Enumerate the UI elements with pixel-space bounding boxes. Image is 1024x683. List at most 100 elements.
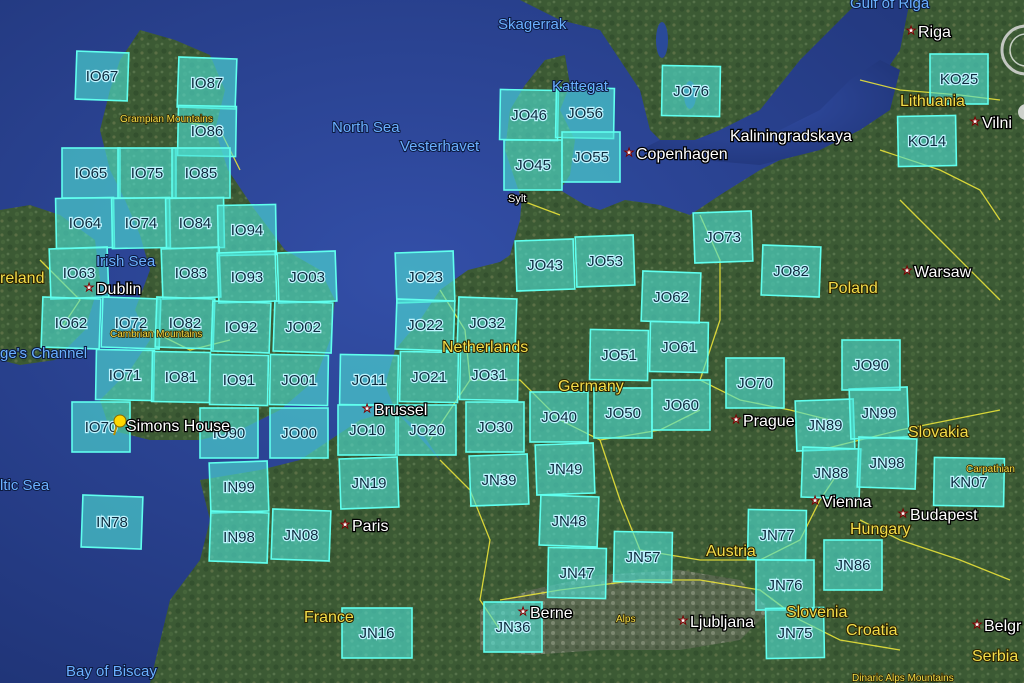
- grid-square-jn99[interactable]: JN99: [848, 386, 910, 440]
- grid-square-label: JO55: [573, 149, 609, 166]
- grid-square-jo70[interactable]: JO70: [725, 357, 785, 409]
- grid-square-jn49[interactable]: JN49: [534, 442, 596, 496]
- grid-square-io82[interactable]: IO82: [154, 296, 216, 350]
- grid-square-io71[interactable]: IO71: [94, 348, 156, 402]
- grid-square-io65[interactable]: IO65: [61, 147, 121, 199]
- grid-square-label: JO70: [737, 375, 773, 392]
- sea-label-kattegat: Kattegat: [552, 78, 609, 95]
- grid-square-jn19[interactable]: JN19: [338, 456, 400, 510]
- city-star-icon: ★: [972, 618, 982, 631]
- city-star-icon: ★: [340, 518, 350, 531]
- sea-label-vesterhavet: Vesterhavet: [400, 138, 480, 155]
- grid-square-jo31[interactable]: JO31: [458, 348, 520, 402]
- grid-square-label: JO32: [469, 315, 505, 332]
- grid-square-jo21[interactable]: JO21: [398, 350, 460, 404]
- grid-square-io87[interactable]: IO87: [176, 56, 238, 110]
- grid-square-label: JO53: [587, 253, 623, 270]
- grid-square-jo60[interactable]: JO60: [651, 379, 711, 431]
- grid-square-jo55[interactable]: JO55: [561, 131, 621, 183]
- grid-square-label: JN99: [861, 405, 896, 422]
- grid-square-jo45[interactable]: JO45: [503, 139, 563, 191]
- grid-square-label: JN77: [759, 527, 794, 544]
- grid-square-io64[interactable]: IO64: [54, 196, 116, 250]
- grid-square-label: JN16: [359, 625, 394, 642]
- grid-square-jo00[interactable]: JO00: [269, 407, 329, 459]
- grid-square-label: JO76: [673, 83, 709, 100]
- grid-square-io85[interactable]: IO85: [171, 147, 231, 199]
- grid-square-jo02[interactable]: JO02: [272, 300, 334, 354]
- grid-square-jn57[interactable]: JN57: [612, 530, 674, 584]
- grid-square-label: JO40: [541, 409, 577, 426]
- grid-square-jo90[interactable]: JO90: [841, 339, 901, 391]
- grid-square-jn39[interactable]: JN39: [468, 453, 530, 507]
- grid-square-label: JN88: [813, 465, 848, 482]
- grid-square-jo40[interactable]: JO40: [529, 391, 589, 443]
- city-star-icon: ★: [362, 402, 372, 415]
- grid-square-jo50[interactable]: JO50: [593, 387, 653, 439]
- grid-square-label: JO56: [567, 105, 603, 122]
- grid-square-io67[interactable]: IO67: [74, 50, 130, 102]
- grid-square-label: JO51: [601, 347, 637, 364]
- grid-square-jo01[interactable]: JO01: [268, 353, 330, 407]
- grid-square-label: KN07: [950, 474, 988, 491]
- grid-square-label: JO82: [773, 263, 809, 280]
- grid-square-jo76[interactable]: JO76: [660, 64, 722, 118]
- grid-square-jo11[interactable]: JO11: [338, 353, 400, 407]
- grid-square-io74[interactable]: IO74: [110, 196, 172, 250]
- grid-square-ko14[interactable]: KO14: [896, 114, 958, 168]
- grid-square-in99[interactable]: IN99: [208, 460, 270, 514]
- grid-square-jn98[interactable]: JN98: [856, 436, 918, 490]
- sea-label-irish-sea: Irish Sea: [96, 253, 156, 270]
- region-label-serbia: Serbia: [972, 648, 1018, 665]
- map-canvas[interactable]: IO67 IO87 IO86 IO65 IO75 IO85 IO64 IO74 IO84 IO94…: [0, 0, 1024, 683]
- grid-square-jo43[interactable]: JO43: [514, 238, 576, 292]
- grid-square-jo03[interactable]: JO03: [276, 250, 338, 304]
- grid-square-label: JN57: [625, 549, 660, 566]
- map-view[interactable]: IO67 IO87 IO86 IO65 IO75 IO85 IO64 IO74 IO84 IO94…: [0, 0, 1024, 683]
- region-label-lithuania: Lithuania: [900, 93, 965, 110]
- region-label-croatia: Croatia: [846, 622, 898, 639]
- grid-square-jn77[interactable]: JN77: [746, 508, 808, 562]
- region-label-hungary: Hungary: [850, 521, 910, 538]
- grid-square-jn48[interactable]: JN48: [538, 494, 600, 548]
- grid-square-io81[interactable]: IO81: [150, 350, 212, 404]
- grid-square-jo23[interactable]: JO23: [394, 250, 456, 304]
- grid-square-jo61[interactable]: JO61: [648, 320, 710, 374]
- grid-square-jn76[interactable]: JN76: [755, 559, 815, 611]
- grid-square-jo73[interactable]: JO73: [692, 210, 754, 264]
- grid-square-jo82[interactable]: JO82: [760, 244, 822, 298]
- lake: [656, 22, 668, 58]
- grid-square-jo46[interactable]: JO46: [498, 88, 560, 142]
- grid-square-io91[interactable]: IO91: [208, 353, 270, 407]
- region-label-reland: reland: [0, 270, 44, 287]
- grid-square-io75[interactable]: IO75: [117, 147, 177, 199]
- grid-square-io92[interactable]: IO92: [210, 300, 272, 354]
- city-star-icon: ★: [906, 24, 916, 37]
- grid-square-io62[interactable]: IO62: [40, 296, 102, 350]
- grid-square-label: IO87: [191, 75, 224, 92]
- grid-square-jo30[interactable]: JO30: [465, 401, 525, 453]
- city-star-icon: ★: [84, 281, 94, 294]
- grid-square-jn86[interactable]: JN86: [823, 539, 883, 591]
- grid-square-label: JN39: [481, 472, 516, 489]
- grid-square-io84[interactable]: IO84: [164, 196, 226, 250]
- grid-square-in98[interactable]: IN98: [208, 510, 270, 564]
- grid-square-jn89[interactable]: JN89: [794, 398, 856, 452]
- grid-square-jn47[interactable]: JN47: [546, 546, 608, 600]
- grid-square-io72[interactable]: IO72: [100, 296, 162, 350]
- grid-square-jo62[interactable]: JO62: [640, 270, 702, 324]
- grid-square-jn08[interactable]: JN08: [270, 508, 332, 562]
- grid-square-in78[interactable]: IN78: [80, 494, 144, 550]
- grid-square-io83[interactable]: IO83: [160, 246, 222, 300]
- grid-square-label: JO90: [853, 357, 889, 374]
- grid-square-jn88[interactable]: JN88: [800, 446, 862, 500]
- grid-square-label: IO75: [131, 165, 164, 182]
- grid-square-label: IO84: [179, 215, 212, 232]
- grid-square-io94[interactable]: IO94: [216, 203, 278, 257]
- grid-square-io93[interactable]: IO93: [216, 250, 278, 304]
- grid-square-label: JO01: [281, 372, 317, 389]
- grid-square-jo56[interactable]: JO56: [554, 86, 616, 140]
- grid-square-jo51[interactable]: JO51: [588, 328, 650, 382]
- grid-square-jo53[interactable]: JO53: [574, 234, 636, 288]
- sea-label-bay-of-biscay: Bay of Biscay: [66, 663, 157, 680]
